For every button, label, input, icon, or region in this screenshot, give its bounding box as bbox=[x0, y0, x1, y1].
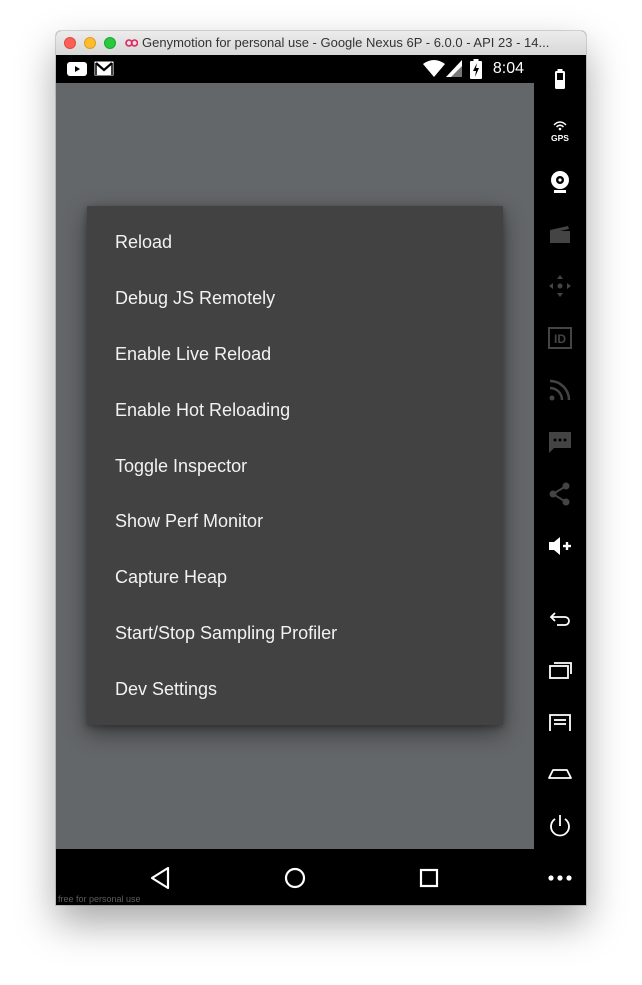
menu-item-enable-live-reload[interactable]: Enable Live Reload bbox=[87, 327, 503, 383]
menu-item-sampling-profiler[interactable]: Start/Stop Sampling Profiler bbox=[87, 606, 503, 662]
menu-icon[interactable] bbox=[547, 709, 573, 735]
share-icon[interactable] bbox=[547, 481, 573, 507]
genymotion-logo-icon bbox=[125, 39, 138, 47]
more-icon[interactable] bbox=[547, 863, 573, 889]
status-clock: 8:04 bbox=[492, 60, 524, 77]
network-icon[interactable] bbox=[547, 377, 573, 403]
back-icon[interactable] bbox=[547, 605, 573, 631]
title-bar: Genymotion for personal use - Google Nex… bbox=[56, 31, 586, 56]
power-icon[interactable] bbox=[547, 813, 573, 839]
close-window-button[interactable] bbox=[64, 37, 76, 49]
genymotion-toolbar: GPS ID bbox=[534, 55, 586, 905]
home-icon[interactable] bbox=[547, 761, 573, 787]
gps-icon[interactable]: GPS bbox=[547, 117, 573, 143]
screencast-icon[interactable] bbox=[547, 221, 573, 247]
navigation-bar: free for personal use bbox=[56, 849, 534, 905]
menu-item-toggle-inspector[interactable]: Toggle Inspector bbox=[87, 439, 503, 495]
dev-menu-dialog: Reload Debug JS Remotely Enable Live Rel… bbox=[87, 206, 503, 725]
window-title: Genymotion for personal use - Google Nex… bbox=[142, 35, 550, 50]
menu-item-enable-hot-reloading[interactable]: Enable Hot Reloading bbox=[87, 383, 503, 439]
youtube-icon bbox=[67, 62, 87, 76]
identifiers-icon[interactable]: ID bbox=[547, 325, 573, 351]
signal-icon bbox=[446, 60, 462, 77]
app-screen: Reload Debug JS Remotely Enable Live Rel… bbox=[56, 83, 534, 849]
watermark-text: free for personal use bbox=[58, 894, 141, 904]
emulator-window: Genymotion for personal use - Google Nex… bbox=[56, 31, 586, 905]
phone-display: 8:04 Reload Debug JS Remotely Enable Liv… bbox=[56, 55, 534, 905]
webcam-icon[interactable] bbox=[547, 169, 573, 195]
battery-charging-icon bbox=[470, 59, 482, 79]
menu-item-dev-settings[interactable]: Dev Settings bbox=[87, 662, 503, 718]
minimize-window-button[interactable] bbox=[84, 37, 96, 49]
menu-item-debug-js-remotely[interactable]: Debug JS Remotely bbox=[87, 271, 503, 327]
menu-item-show-perf-monitor[interactable]: Show Perf Monitor bbox=[87, 494, 503, 550]
menu-item-capture-heap[interactable]: Capture Heap bbox=[87, 550, 503, 606]
move-icon[interactable] bbox=[547, 273, 573, 299]
status-bar: 8:04 bbox=[56, 55, 534, 83]
gmail-icon bbox=[94, 61, 114, 76]
home-icon[interactable] bbox=[280, 863, 310, 893]
battery-icon[interactable] bbox=[547, 67, 573, 93]
menu-item-reload[interactable]: Reload bbox=[87, 215, 503, 271]
maximize-window-button[interactable] bbox=[104, 37, 116, 49]
volume-up-icon[interactable] bbox=[547, 533, 573, 559]
gps-label: GPS bbox=[551, 133, 569, 143]
wifi-icon bbox=[423, 60, 445, 77]
sms-icon[interactable] bbox=[547, 429, 573, 455]
recent-apps-icon[interactable] bbox=[547, 657, 573, 683]
recents-icon[interactable] bbox=[414, 863, 444, 893]
back-icon[interactable] bbox=[146, 863, 176, 893]
id-label: ID bbox=[554, 332, 566, 346]
